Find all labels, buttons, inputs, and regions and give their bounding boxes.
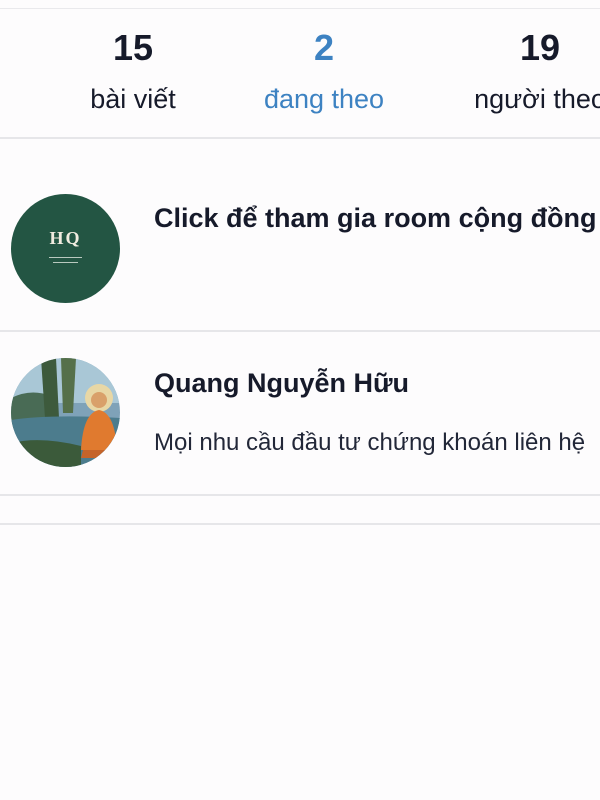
posts-count: 15 xyxy=(112,27,154,68)
following-count: 2 xyxy=(313,27,335,68)
posts-label: bài viết xyxy=(90,84,176,114)
hq-logo: HQ xyxy=(49,228,82,248)
following-page: 15 bài viết 2 đang theo 19 người theo HQ… xyxy=(0,0,600,800)
stat-posts[interactable]: 15 bài viết xyxy=(70,20,196,113)
top-divider xyxy=(0,8,600,9)
followers-label: người theo xyxy=(474,84,600,114)
list-item[interactable]: HQ Click để tham gia room cộng đồng xyxy=(0,139,600,330)
list-item[interactable]: Quang Nguyễn Hữu Mọi nhu cầu đầu tư chứn… xyxy=(0,332,600,494)
list-item-subtitle: Mọi nhu cầu đầu tư chứng khoán liên hệ xyxy=(154,429,586,456)
list-end-divider xyxy=(0,523,600,525)
avatar: HQ xyxy=(11,194,120,303)
avatar xyxy=(11,358,120,467)
list-divider xyxy=(0,494,600,496)
stat-following[interactable]: 2 đang theo xyxy=(242,20,406,113)
profile-stats: 15 bài viết 2 đang theo 19 người theo xyxy=(0,20,600,138)
following-label: đang theo xyxy=(263,84,385,114)
list-item-title: Quang Nguyễn Hữu xyxy=(154,368,410,398)
logo-line xyxy=(53,262,78,263)
logo-line xyxy=(49,257,82,258)
followers-count: 19 xyxy=(519,27,561,68)
list-item-title: Click để tham gia room cộng đồng xyxy=(154,203,597,233)
stat-followers[interactable]: 19 người theo xyxy=(460,20,600,113)
buddha-avatar-image xyxy=(11,358,120,467)
